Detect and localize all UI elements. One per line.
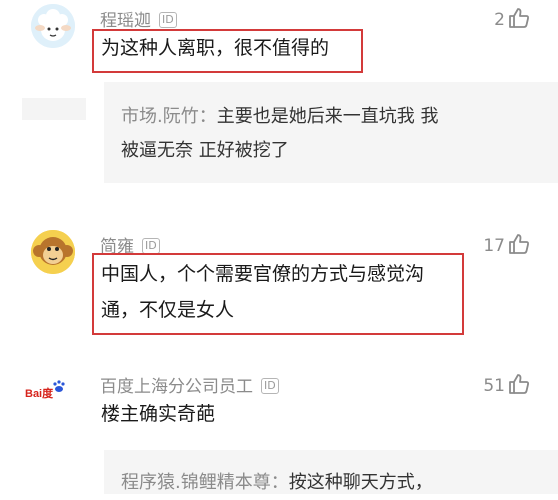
background-strip bbox=[22, 98, 86, 120]
id-badge: ID bbox=[159, 12, 177, 28]
id-badge: ID bbox=[261, 378, 279, 394]
sheep-avatar-icon bbox=[31, 4, 75, 48]
comment-author[interactable]: 程瑶迦 ID bbox=[100, 6, 177, 31]
reply-author[interactable]: 程序猿.锦鲤精本尊 bbox=[121, 472, 271, 493]
avatar[interactable] bbox=[31, 230, 75, 274]
username[interactable]: 程瑶迦 bbox=[100, 11, 151, 31]
baidu-avatar[interactable]: Bai度 bbox=[24, 376, 80, 406]
comment-line: 中国人，个个需要官僚的方式与感觉沟 bbox=[101, 263, 425, 285]
reply-line: 主要也是她后来一直坑我 我 bbox=[216, 106, 439, 127]
monkey-avatar-icon bbox=[31, 230, 75, 274]
comment-line: 通，不仅是女人 bbox=[101, 299, 235, 321]
thumbs-up-icon bbox=[509, 234, 529, 254]
comment-text: 为这种人离职，很不值得的 bbox=[101, 37, 330, 59]
reply-line: 被逼无奈 正好被挖了 bbox=[121, 140, 289, 161]
id-badge: ID bbox=[142, 238, 160, 254]
comment-text: 楼主确实奇葩 bbox=[101, 403, 216, 425]
like-count: 17 bbox=[483, 236, 505, 256]
like-button[interactable]: 2 bbox=[494, 6, 531, 30]
reply-author[interactable]: 市场.阮竹 bbox=[121, 106, 199, 127]
comment-author[interactable]: 百度上海分公司员工 ID bbox=[100, 372, 279, 397]
like-count: 51 bbox=[483, 376, 505, 396]
reply-text: 市场.阮竹：主要也是她后来一直坑我 我 被逼无奈 正好被挖了 bbox=[121, 100, 438, 168]
baidu-logo-text: Bai度 bbox=[25, 386, 54, 400]
avatar[interactable] bbox=[31, 4, 75, 48]
reply-separator: ： bbox=[270, 472, 289, 493]
like-button[interactable]: 51 bbox=[483, 372, 531, 396]
reply-line: 按这种聊天方式， bbox=[288, 472, 433, 493]
reply-separator: ： bbox=[198, 106, 217, 127]
like-count: 2 bbox=[494, 10, 505, 30]
like-button[interactable]: 17 bbox=[483, 232, 531, 256]
thumbs-up-icon bbox=[509, 374, 529, 394]
comment-text: 中国人，个个需要官僚的方式与感觉沟 通，不仅是女人 bbox=[101, 256, 424, 328]
reply-text: 程序猿.锦鲤精本尊：按这种聊天方式， bbox=[121, 466, 433, 500]
thumbs-up-icon bbox=[509, 8, 529, 28]
username[interactable]: 百度上海分公司员工 bbox=[100, 377, 253, 397]
baidu-logo-icon: Bai度 bbox=[25, 380, 65, 400]
